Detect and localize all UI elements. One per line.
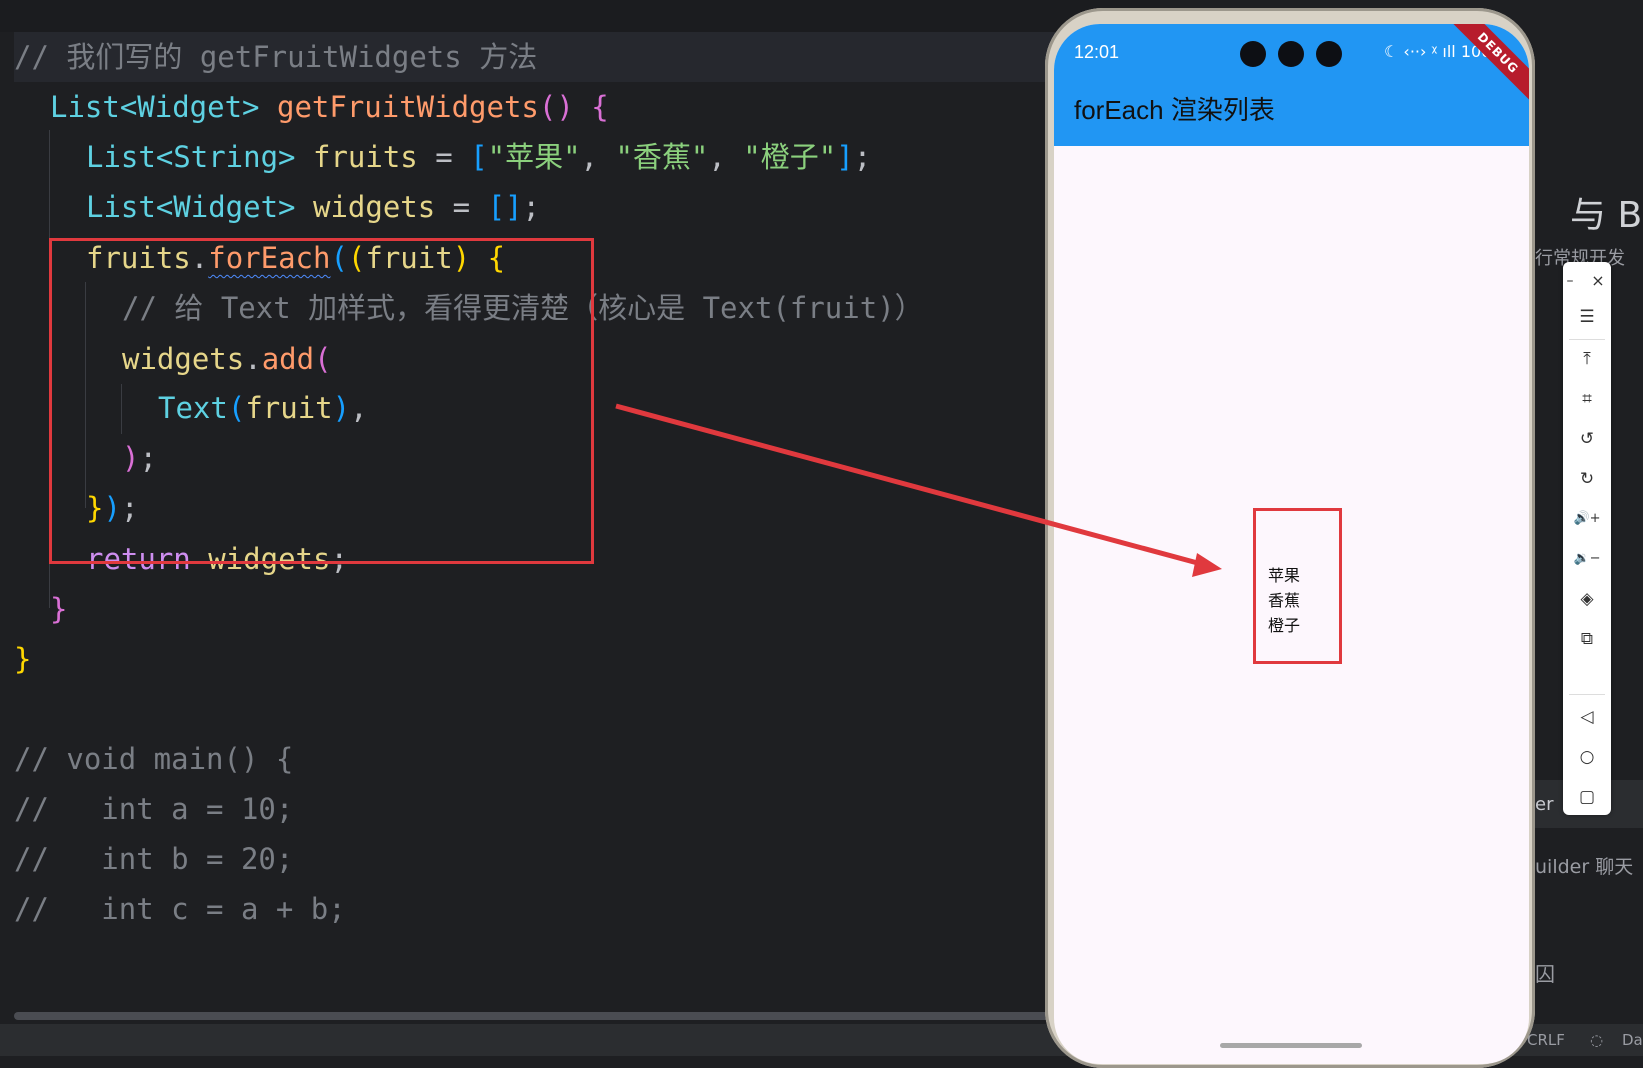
menu-icon[interactable]: ☰: [1563, 298, 1611, 336]
back-icon[interactable]: ◁: [1563, 698, 1611, 736]
fold-icon[interactable]: ⧉: [1563, 620, 1611, 658]
pin-top-icon[interactable]: ⤒: [1563, 340, 1611, 378]
emulator-toolbar: – × ☰ ⤒ ⌗ ↺ ↻ 🔊+ 🔉− ◈ ⧉ ◁ ○ ▢: [1563, 262, 1611, 815]
volume-up-icon[interactable]: 🔊+: [1563, 500, 1611, 538]
screenshot-crop-icon[interactable]: ⌗: [1563, 380, 1611, 418]
shake-icon[interactable]: ◈: [1563, 580, 1611, 618]
toolbar-divider: [1569, 694, 1605, 695]
rotate-left-icon[interactable]: ↺: [1563, 420, 1611, 458]
volume-down-icon[interactable]: 🔉−: [1563, 540, 1611, 578]
arrow-line: [615, 403, 1206, 568]
overview-icon[interactable]: ▢: [1563, 778, 1611, 816]
rotate-right-icon[interactable]: ↻: [1563, 460, 1611, 498]
close-icon[interactable]: ×: [1581, 262, 1615, 300]
arrow-head: [1192, 553, 1222, 577]
home-icon[interactable]: ○: [1563, 738, 1611, 776]
annotation-arrow: [615, 403, 1222, 577]
